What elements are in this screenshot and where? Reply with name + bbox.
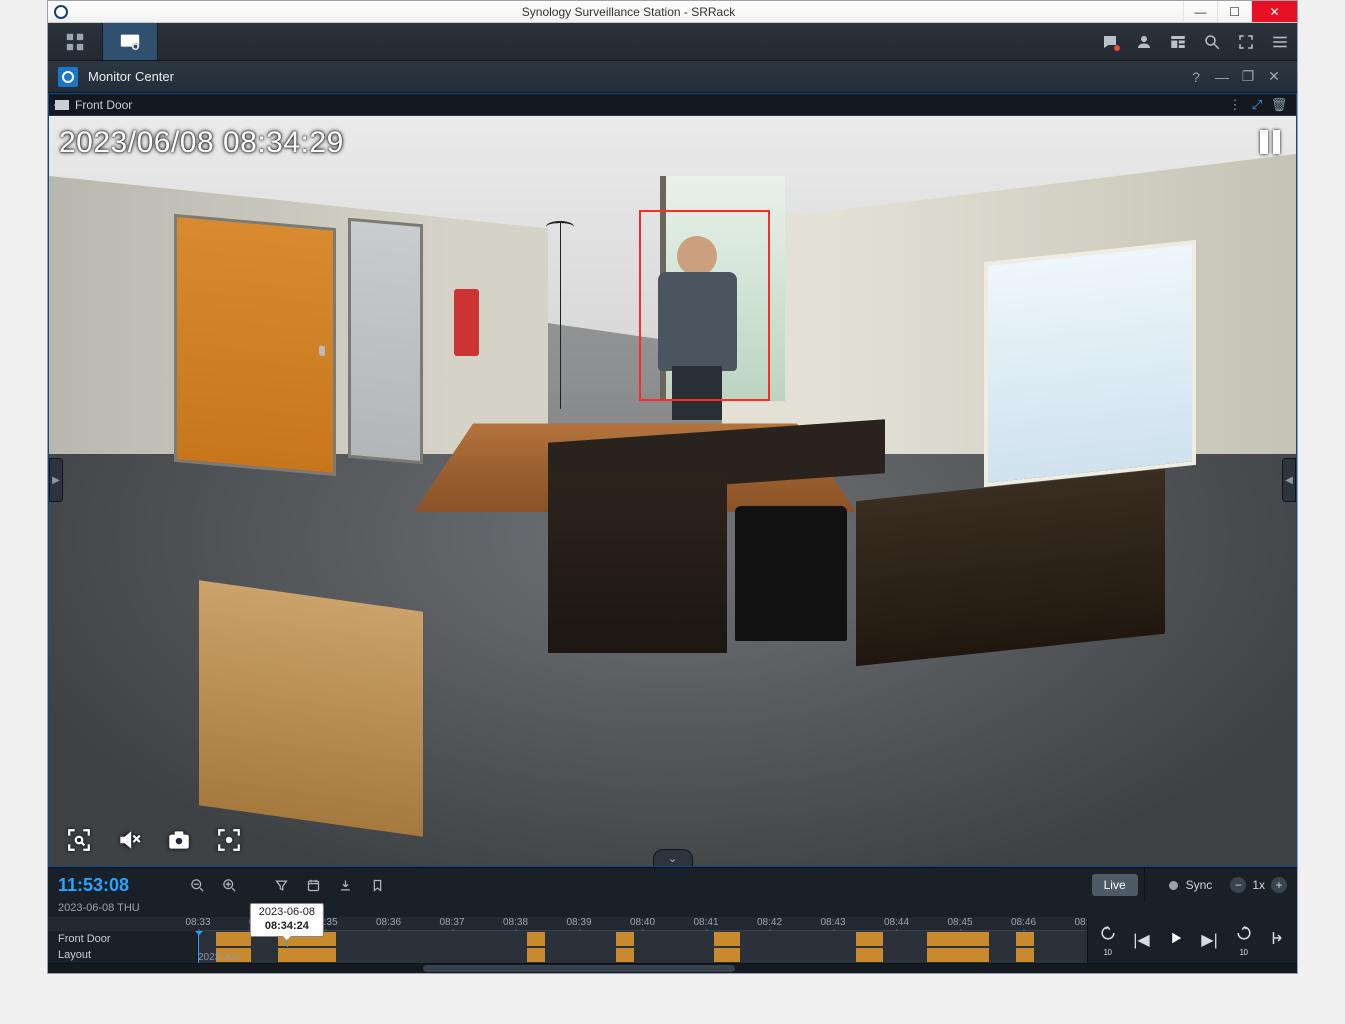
notifications-icon[interactable] [1093,23,1127,60]
expand-timeline-icon[interactable]: ⌄ [653,849,693,866]
zoom-out-icon[interactable] [184,872,210,898]
timeline-scrollbar[interactable] [48,963,1297,973]
timeline-event[interactable] [1016,948,1034,962]
timeline-date-label: 2023-06-08 THU [48,902,1297,917]
timeline-row-camera: Front Door 2023-06-0808:34:24 [48,931,1087,947]
user-icon[interactable] [1127,23,1161,60]
timeline-event[interactable] [527,948,545,962]
timeline-month-label: 2023.Jun [198,952,239,963]
bookmark-icon[interactable] [364,872,390,898]
focus-icon[interactable] [215,826,243,854]
module-titlebar: Monitor Center ? ― ❐ ✕ [48,61,1297,93]
video-viewport: Front Door ⋮ ⤢ 🗑 [48,93,1297,867]
timeline-event[interactable] [927,932,989,946]
timeline-event[interactable] [927,948,989,962]
timeline-event[interactable] [527,932,545,946]
window-maximize-button[interactable]: ☐ [1217,1,1251,22]
module-minimize-icon[interactable]: ― [1209,69,1235,85]
snapshot-icon[interactable] [165,826,193,854]
speed-down-icon[interactable]: − [1230,877,1246,893]
app-topbar [48,23,1297,61]
playback-controls: 10 |◀ ▶| 10 [1087,917,1297,963]
left-panel-handle[interactable]: ▶ [49,458,63,502]
tab-dashboard[interactable] [48,23,103,60]
timeline-event[interactable] [856,932,883,946]
timeline-event[interactable] [616,948,634,962]
window-titlebar: Synology Surveillance Station - SRRack ―… [48,1,1297,23]
timeline-tick: 08:36 [376,917,401,928]
window-title: Synology Surveillance Station - SRRack [74,5,1183,19]
timeline-lane[interactable]: 2023-06-0808:34:24 [198,931,1087,947]
fullscreen-icon[interactable] [1229,23,1263,60]
timeline-tick: 08:39 [566,917,591,928]
jump-live-icon[interactable] [1268,929,1288,952]
play-icon[interactable] [1166,929,1186,952]
timeline-clock: 11:53:08 [58,875,178,896]
zoom-region-icon[interactable] [65,826,93,854]
next-frame-icon[interactable]: ▶| [1200,930,1220,950]
timeline-event[interactable] [856,948,883,962]
timeline-lane[interactable] [198,947,1087,963]
timeline-event[interactable] [714,932,741,946]
search-icon[interactable] [1195,23,1229,60]
timeline-event[interactable] [216,932,252,946]
window-close-button[interactable]: ✕ [1251,1,1297,22]
tab-monitor[interactable] [103,23,158,60]
video-feed[interactable]: 2023/06/08 08:34:29 ⌄ [49,116,1296,866]
timeline-event[interactable] [1016,932,1034,946]
mute-icon[interactable] [115,826,143,854]
menu-icon[interactable] [1263,23,1297,60]
timeline-tick: 08:38 [503,917,528,928]
timeline-tick: 08:46 [1011,917,1036,928]
timeline-tick: 08:42 [757,917,782,928]
timeline-hover-tooltip: 2023-06-0808:34:24 [250,903,324,937]
speed-up-icon[interactable]: + [1271,877,1287,893]
module-close-icon[interactable]: ✕ [1261,68,1287,85]
timeline-tick: 08:43 [820,917,845,928]
calendar-icon[interactable] [300,872,326,898]
zoom-in-icon[interactable] [216,872,242,898]
timeline-tracks[interactable]: 08:3308:3408:3508:3608:3708:3808:3908:40… [48,917,1297,963]
camera-name: Front Door [75,98,132,112]
timeline-event[interactable] [616,932,634,946]
playback-speed: − 1x + [1230,877,1287,893]
rewind-start-icon[interactable]: 10 [1098,923,1118,957]
timeline-ruler[interactable]: 08:3308:3408:3508:3608:3708:3808:3908:40… [198,917,1087,931]
app-icon [54,5,68,19]
timeline-event[interactable] [714,948,741,962]
timeline-tick: 08:41 [693,917,718,928]
timeline-row-label: Layout [48,947,198,963]
module-restore-icon[interactable]: ❐ [1235,68,1261,85]
timeline-tick: 08:44 [884,917,909,928]
timeline-tick: 08:37 [439,917,464,928]
camera-options-icon[interactable]: ⋮ [1224,97,1246,113]
forward-end-icon[interactable]: 10 [1234,923,1254,957]
camera-delete-icon[interactable]: 🗑 [1268,97,1290,113]
speed-label: 1x [1252,878,1265,892]
camera-header: Front Door ⋮ ⤢ 🗑 [49,94,1296,116]
download-icon[interactable] [332,872,358,898]
timeline-tick: 08:33 [185,917,210,928]
camera-icon [55,100,69,110]
feed-controls [65,826,243,854]
right-panel-handle[interactable]: ◀ [1282,458,1296,502]
timeline-event[interactable] [278,948,336,962]
sync-button[interactable]: Sync [1155,874,1227,896]
timeline-row-label: Front Door [48,931,198,947]
detection-box [639,210,770,401]
pause-icon[interactable] [1260,130,1280,154]
timeline-tick: 08:40 [630,917,655,928]
timestamp-overlay: 2023/06/08 08:34:29 [59,126,344,160]
filter-icon[interactable] [268,872,294,898]
module-title: Monitor Center [88,69,174,84]
camera-collapse-icon[interactable]: ⤢ [1246,97,1268,113]
help-icon[interactable]: ? [1183,69,1209,85]
timeline-panel: 11:53:08 Live Sync − 1x + [48,867,1297,973]
timeline-tick: 08:45 [947,917,972,928]
live-button[interactable]: Live [1092,874,1138,896]
window-minimize-button[interactable]: ― [1183,1,1217,22]
prev-frame-icon[interactable]: |◀ [1132,930,1152,950]
widgets-icon[interactable] [1161,23,1195,60]
monitor-center-icon [58,67,78,87]
